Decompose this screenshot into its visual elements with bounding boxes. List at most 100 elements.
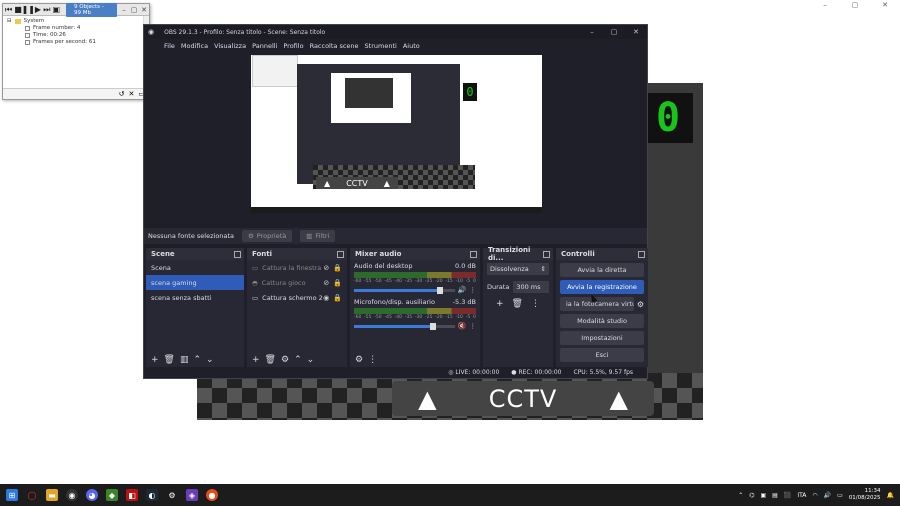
clock[interactable]: 11:34 01/08/2025 bbox=[849, 488, 881, 502]
menu-strumenti[interactable]: Strumenti bbox=[365, 42, 397, 50]
scene-item[interactable]: scena senza sbatti bbox=[146, 290, 244, 305]
minimize-icon[interactable]: – bbox=[810, 0, 840, 10]
source-item[interactable]: ◓ Cattura gioco ⊘ 🔒 bbox=[247, 275, 347, 290]
source-item[interactable]: ▭ Cattura schermo 2 ◉ 🔒 bbox=[247, 290, 347, 305]
minimize-icon[interactable]: – bbox=[119, 6, 129, 14]
source-item[interactable]: ▭ Cattura la finestra ⊘ 🔒 bbox=[247, 260, 347, 275]
maximize-icon[interactable]: ▢ bbox=[603, 28, 625, 36]
step-icon[interactable]: ⏭ bbox=[43, 5, 50, 14]
lock-icon[interactable]: 🔒 bbox=[333, 264, 342, 272]
transition-select[interactable]: Dissolvenza ⇕ bbox=[487, 263, 549, 275]
tree-node[interactable]: Time: 00:26 bbox=[7, 32, 145, 39]
checkbox[interactable] bbox=[25, 33, 30, 38]
exit-button[interactable]: Esci bbox=[560, 348, 644, 362]
menu-file[interactable]: File bbox=[164, 42, 175, 50]
undock-icon[interactable] bbox=[638, 250, 645, 258]
app-purple-icon[interactable]: ◈ bbox=[186, 489, 198, 501]
app-icon[interactable]: ◧ bbox=[126, 489, 138, 501]
filters-button[interactable]: ▥ Filtri bbox=[300, 230, 336, 242]
preview-canvas[interactable]: 0 ▲ CCTV ▲ bbox=[251, 55, 542, 213]
more-icon[interactable]: ⋮ bbox=[531, 299, 540, 309]
volume-icon[interactable]: 🔊 bbox=[824, 492, 831, 499]
wifi-icon[interactable]: ◠ bbox=[812, 492, 817, 499]
trash-icon[interactable]: 🗑 bbox=[512, 299, 523, 309]
up-icon[interactable]: ⌃ bbox=[294, 355, 302, 365]
tray-app-icon[interactable]: ⬛ bbox=[784, 492, 791, 499]
speaker-muted-icon[interactable]: 🔇 bbox=[458, 322, 467, 330]
duration-spinner[interactable]: 300 ms bbox=[513, 281, 549, 293]
lang-indicator[interactable]: ITA bbox=[797, 492, 806, 499]
start-stream-button[interactable]: Avvia la diretta bbox=[560, 263, 644, 277]
speaker-icon[interactable]: 🔊 bbox=[458, 286, 467, 294]
obs-taskbar-icon[interactable]: ◉ bbox=[66, 489, 78, 501]
pause-icon[interactable]: ❚❚ bbox=[22, 5, 35, 14]
eye-hidden-icon[interactable]: ⊘ bbox=[323, 264, 329, 272]
eye-hidden-icon[interactable]: ⊘ bbox=[323, 279, 329, 287]
settings-app-icon[interactable]: ⚙ bbox=[166, 489, 178, 501]
maximize-icon[interactable]: ▢ bbox=[840, 0, 870, 10]
down-icon[interactable]: ⌄ bbox=[206, 355, 214, 365]
battery-icon[interactable]: ▭ bbox=[837, 492, 843, 499]
play-icon[interactable]: ▶ bbox=[35, 5, 41, 14]
start-recording-button[interactable]: Avvia la registrazione bbox=[560, 280, 644, 294]
undock-icon[interactable] bbox=[337, 250, 344, 258]
filter-icon[interactable]: ▥ bbox=[180, 355, 189, 365]
file-explorer-icon[interactable]: ▬ bbox=[46, 489, 58, 501]
undock-icon[interactable] bbox=[470, 250, 477, 258]
menu-raccolta-scene[interactable]: Raccolta scene bbox=[310, 42, 359, 50]
trash-icon[interactable]: 🗑 bbox=[265, 355, 276, 365]
more-icon[interactable]: ⋮ bbox=[470, 322, 477, 330]
restore-icon[interactable]: ▢ bbox=[129, 6, 139, 14]
minimize-icon[interactable]: – bbox=[581, 28, 603, 36]
close-icon[interactable]: ✕ bbox=[870, 0, 900, 10]
menu-modifica[interactable]: Modifica bbox=[181, 42, 208, 50]
checkbox[interactable] bbox=[25, 26, 30, 31]
trash-icon[interactable]: 🗑 bbox=[164, 355, 175, 365]
discord-icon[interactable]: ◕ bbox=[86, 489, 98, 501]
close-icon[interactable]: ✕ bbox=[625, 28, 647, 36]
notifications-icon[interactable]: 🔔 bbox=[887, 492, 894, 499]
gear-icon[interactable]: ⚙ bbox=[637, 300, 644, 309]
volume-slider[interactable] bbox=[354, 286, 455, 294]
properties-button[interactable]: ⚙ Proprietà bbox=[241, 230, 293, 242]
undock-icon[interactable] bbox=[234, 250, 241, 258]
tray-app-icon[interactable]: ▣ bbox=[761, 492, 767, 499]
tree-node[interactable]: Frames per second: 61 bbox=[7, 39, 145, 46]
chevron-up-icon[interactable]: ⌃ bbox=[738, 492, 743, 499]
add-icon[interactable]: + bbox=[151, 355, 159, 365]
volume-slider[interactable] bbox=[354, 322, 455, 330]
rewind-icon[interactable]: ⏮ bbox=[5, 5, 12, 14]
close-icon[interactable]: ✕ bbox=[129, 90, 135, 98]
slider-knob[interactable] bbox=[436, 286, 443, 294]
lock-icon[interactable]: 🔒 bbox=[333, 294, 342, 302]
more-icon[interactable]: ⋮ bbox=[368, 355, 377, 365]
menu-visualizza[interactable]: Visualizza bbox=[214, 42, 246, 50]
gear-icon[interactable]: ⚙ bbox=[281, 355, 289, 365]
menu-pannelli[interactable]: Pannelli bbox=[252, 42, 277, 50]
record-icon[interactable]: ▣ bbox=[52, 5, 60, 14]
tree-node-system[interactable]: ⊟ System bbox=[7, 18, 145, 25]
windows-start-icon[interactable]: ⊞ bbox=[6, 489, 18, 501]
eye-icon[interactable]: ◉ bbox=[323, 294, 329, 302]
tree-node[interactable]: Frame number: 4 bbox=[7, 25, 145, 32]
gear-icon[interactable]: ⚙ bbox=[355, 355, 363, 365]
opera-icon[interactable]: ◯ bbox=[26, 489, 38, 501]
settings-button[interactable]: Impostazioni bbox=[560, 331, 644, 345]
menu-aiuto[interactable]: Aiuto bbox=[403, 42, 420, 50]
scene-item-selected[interactable]: scena gaming bbox=[146, 275, 244, 290]
scene-item[interactable]: Scena bbox=[146, 260, 244, 275]
add-icon[interactable]: + bbox=[496, 299, 504, 309]
up-icon[interactable]: ⌃ bbox=[194, 355, 202, 365]
undock-icon[interactable] bbox=[543, 250, 550, 258]
down-icon[interactable]: ⌄ bbox=[307, 355, 315, 365]
studio-mode-button[interactable]: Modalità studio bbox=[560, 314, 644, 328]
tray-app-icon[interactable]: ⌬ bbox=[749, 492, 754, 499]
more-icon[interactable]: ⋮ bbox=[470, 286, 477, 294]
tray-app-icon[interactable]: ▤ bbox=[772, 492, 778, 499]
lock-icon[interactable]: 🔒 bbox=[333, 279, 342, 287]
steam-icon[interactable]: ◐ bbox=[146, 489, 158, 501]
checkbox[interactable] bbox=[25, 40, 30, 45]
refresh-icon[interactable]: ↺ bbox=[119, 90, 125, 98]
expand-icon[interactable]: ⊟ bbox=[7, 18, 12, 25]
slider-knob[interactable] bbox=[429, 322, 436, 330]
